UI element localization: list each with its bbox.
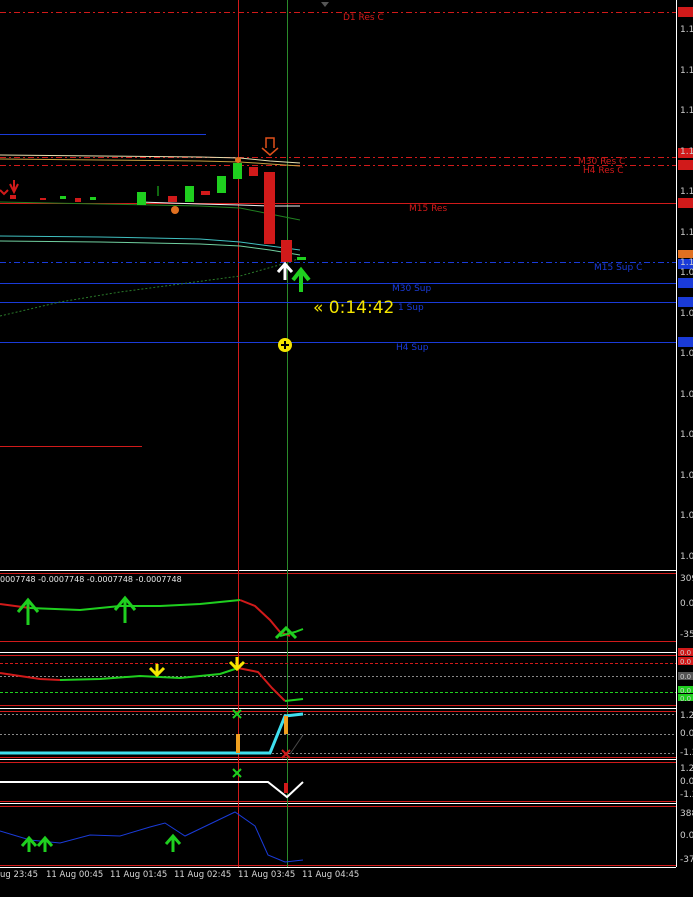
- price-tick: 1.1: [680, 25, 693, 35]
- oscillator-3: [0, 709, 676, 759]
- p3-tick-mid: 0.0: [680, 729, 693, 739]
- oscillator-5: [0, 811, 304, 863]
- time-tick: 11 Aug 04:45: [302, 870, 360, 880]
- price-tick: 1.1: [680, 258, 693, 268]
- price-tick: 1.0: [680, 309, 693, 319]
- m15-sup-label: M15 Sup C: [594, 263, 643, 273]
- p1-tick-bot: -35: [680, 630, 693, 640]
- p2-tick: 0.0: [680, 658, 692, 666]
- price-tick: 1.0: [680, 471, 693, 481]
- price-tick: 1.0: [680, 390, 693, 400]
- price-tick: 1.1: [680, 187, 693, 197]
- p3-tick-bot: -1.2: [680, 748, 693, 758]
- oscillator-2: [0, 657, 676, 702]
- moving-averages: [0, 154, 301, 317]
- time-tick: 11 Aug 01:45: [110, 870, 168, 880]
- h4-sup-label: H4 Sup: [396, 343, 429, 353]
- d1-res-label: D1 Res C: [343, 13, 384, 23]
- h4-res-label: H4 Res C: [583, 166, 624, 176]
- p5-tick-mid: 0.00: [680, 831, 693, 841]
- p5-tick-top: 388: [680, 809, 693, 819]
- m15-res-label: M15 Res: [409, 204, 448, 214]
- pane-separators: [0, 0, 677, 868]
- h1-sup-label: 1 Sup: [398, 303, 424, 313]
- price-tick: 1.1: [680, 106, 693, 116]
- p3-tick-top: 1.2: [680, 711, 693, 721]
- price-tick: 1.0: [680, 349, 693, 359]
- m30-sup-label: M30 Sup: [392, 284, 432, 294]
- price-tick: 1.1: [680, 66, 693, 76]
- pane-red-borders: [0, 573, 676, 866]
- price-tick: 1.0: [680, 511, 693, 521]
- time-tick: ug 23:45: [0, 870, 38, 880]
- oscillator-1: [0, 595, 304, 640]
- time-tick: 11 Aug 00:45: [46, 870, 104, 880]
- p2-tick: 0.0: [680, 695, 692, 703]
- p4-tick-top: 1.2: [680, 764, 693, 774]
- time-tick: 11 Aug 03:45: [238, 870, 296, 880]
- price-tick: 1.0: [680, 552, 693, 562]
- p1-tick-mid: 0.00: [680, 599, 693, 609]
- chart-canvas[interactable]: [0, 0, 693, 897]
- price-tick: 1.0: [680, 430, 693, 440]
- time-tick: 11 Aug 02:45: [174, 870, 232, 880]
- p2-tick: 0.0: [680, 673, 692, 681]
- p4-tick-mid: 0.0: [680, 777, 693, 787]
- bar-countdown-timer: « 0:14:42: [313, 298, 395, 318]
- p1-tick-top: 309: [680, 574, 693, 584]
- p4-tick-bot: -1.2: [680, 790, 693, 800]
- p5-tick-bot: -37: [680, 855, 693, 865]
- price-tick: 1.1: [680, 147, 693, 157]
- indicator-values: 0007748 -0.0007748 -0.0007748 -0.0007748: [0, 575, 182, 584]
- signal-arrows: [0, 2, 329, 352]
- oscillator-4: [0, 768, 304, 799]
- price-tick: 1.1: [680, 228, 693, 238]
- price-tick: 1.0: [680, 268, 693, 278]
